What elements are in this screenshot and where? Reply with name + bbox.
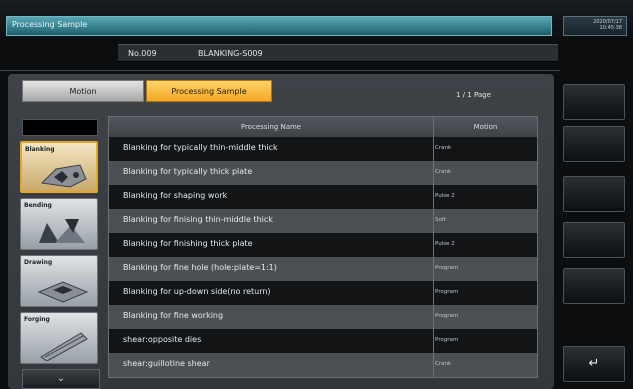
column-header-processing-name: Processing Name xyxy=(109,117,433,137)
time-text: 10:45:38 xyxy=(599,25,622,31)
motion-cell: Crank xyxy=(435,145,452,151)
motion-cell: Crank xyxy=(435,361,452,367)
drawing-icon xyxy=(37,281,89,303)
program-number: No.009 xyxy=(128,49,157,58)
page-indicator: 1 / 1 Page xyxy=(456,91,491,99)
side-button-2[interactable] xyxy=(563,126,625,162)
return-arrow-icon: ↵ xyxy=(588,356,600,371)
processing-name-cell: Blanking for up-down side(no return) xyxy=(123,287,271,296)
tab-motion[interactable]: Motion xyxy=(22,80,144,102)
motion-cell: Pulse 2 xyxy=(435,193,455,199)
table-row[interactable]: shear:opposite dies Program xyxy=(109,329,537,353)
column-separator xyxy=(433,117,434,377)
processing-name-cell: shear:guillotine shear xyxy=(123,359,210,368)
bending-icon xyxy=(39,219,85,243)
side-button-1[interactable] xyxy=(563,84,625,120)
table-row[interactable]: Blanking for fine hole (hole:plate=1:1) … xyxy=(109,257,537,281)
motion-cell: Program xyxy=(435,265,459,271)
processing-table: Processing Name Motion Blanking for typi… xyxy=(108,116,538,378)
motion-cell: Program xyxy=(435,337,459,343)
category-label: Blanking xyxy=(25,146,55,153)
processing-name-cell: shear:opposite dies xyxy=(123,335,202,344)
blanking-icon xyxy=(40,164,87,188)
table-row[interactable]: Blanking for shaping work Pulse 2 xyxy=(109,185,537,209)
category-label: Drawing xyxy=(24,259,53,266)
processing-name-cell: Blanking for shaping work xyxy=(123,191,228,200)
motion-cell: Program xyxy=(435,313,459,319)
category-drawing-button[interactable]: Drawing xyxy=(20,255,98,307)
processing-name-cell: Blanking for finishing thick plate xyxy=(123,239,253,248)
scroll-down-button[interactable]: ⌄ xyxy=(22,369,100,389)
table-row[interactable]: Blanking for typically thick plate Crank xyxy=(109,161,537,185)
column-header-motion: Motion xyxy=(434,117,537,137)
table-row[interactable]: Blanking for up-down side(no return) Pro… xyxy=(109,281,537,305)
forging-icon xyxy=(40,332,88,361)
category-forging-button[interactable]: Forging xyxy=(20,312,98,364)
processing-name-cell: Blanking for fine hole (hole:plate=1:1) xyxy=(123,263,277,272)
divider xyxy=(0,70,560,71)
processing-name-cell: Blanking for finising thin-middle thick xyxy=(123,215,273,224)
chevron-down-icon: ⌄ xyxy=(56,373,66,384)
category-bending-button[interactable]: Bending xyxy=(20,198,98,250)
program-bar xyxy=(118,44,558,62)
table-row[interactable]: Blanking for typically thin-middle thick… xyxy=(109,137,537,161)
motion-cell: Soft xyxy=(435,217,446,223)
motion-cell: Pulse 2 xyxy=(435,241,455,247)
category-label: Forging xyxy=(24,316,50,323)
table-row[interactable]: Blanking for finishing thick plate Pulse… xyxy=(109,233,537,257)
processing-name-cell: Blanking for fine working xyxy=(123,311,224,320)
category-header-box xyxy=(22,119,98,136)
table-row[interactable]: shear:guillotine shear Crank xyxy=(109,353,537,377)
side-button-3[interactable] xyxy=(563,176,625,212)
table-row[interactable]: Blanking for fine working Program xyxy=(109,305,537,329)
processing-name-cell: Blanking for typically thick plate xyxy=(123,167,253,176)
category-blanking-button[interactable]: Blanking xyxy=(20,141,98,193)
datetime-display: 2020/07/17 10:45:38 xyxy=(563,16,627,36)
title-bar xyxy=(6,16,552,36)
processing-name-cell: Blanking for typically thin-middle thick xyxy=(123,143,278,152)
motion-cell: Crank xyxy=(435,169,452,175)
screen-title: Processing Sample xyxy=(12,20,88,29)
tab-processing-sample[interactable]: Processing Sample xyxy=(146,80,272,102)
side-button-4[interactable] xyxy=(563,222,625,258)
motion-cell: Program xyxy=(435,289,459,295)
program-name: BLANKING-S009 xyxy=(198,49,263,58)
category-label: Bending xyxy=(24,202,52,209)
side-button-5[interactable] xyxy=(563,268,625,304)
table-row[interactable]: Blanking for finising thin-middle thick … xyxy=(109,209,537,233)
return-button[interactable]: ↵ xyxy=(563,346,625,382)
